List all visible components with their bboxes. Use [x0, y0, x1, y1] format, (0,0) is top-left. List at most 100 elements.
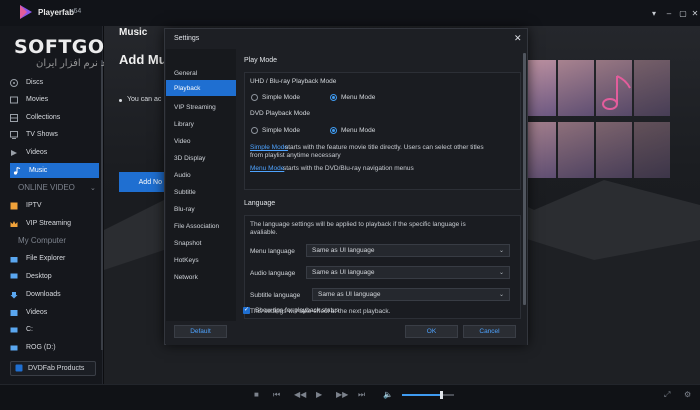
menu-mode-link[interactable]: Menu Mode [250, 165, 284, 172]
drive-icon [10, 326, 18, 334]
music-icon [13, 166, 21, 175]
dvd-menu-radio[interactable] [330, 127, 337, 134]
simple-mode-link[interactable]: Simple Mode [250, 144, 288, 151]
dvd-simple-radio[interactable] [251, 127, 258, 134]
uhd-mode-label: UHD / Blu-ray Playback Mode [250, 78, 337, 85]
sidebar-item-file-explorer[interactable]: File Explorer [10, 251, 100, 266]
menu-language-value: Same as UI language [312, 247, 375, 254]
settings-body: Play Mode UHD / Blu-ray Playback Mode Si… [237, 49, 522, 321]
nav-library[interactable]: Library [166, 116, 236, 132]
chevron-down-icon: ⌄ [498, 270, 504, 276]
audio-language-select[interactable]: Same as UI language ⌄ [306, 266, 510, 279]
sidebar-item-desktop[interactable]: Desktop [10, 269, 100, 284]
sidebar-item-discs[interactable]: Discs [10, 75, 100, 90]
sidebar-item-movies[interactable]: Movies [10, 92, 100, 107]
sidebar-item-videos[interactable]: Videos [10, 145, 100, 160]
sidebar-item-label: Videos [26, 309, 48, 316]
nav-general[interactable]: General [166, 65, 236, 81]
stop-icon[interactable]: ■ [254, 390, 259, 400]
show-tips-checkbox[interactable]: ✓ [243, 307, 250, 314]
language-note-2: avaliable. [250, 229, 278, 236]
next-icon[interactable]: ⏭ [358, 390, 365, 400]
nav-hotkeys[interactable]: HotKeys [166, 252, 236, 268]
add-folder-button[interactable]: Add No [119, 172, 164, 192]
page-title: Music [119, 27, 148, 38]
products-label: DVDFab Products [28, 365, 85, 372]
nav-subtitle[interactable]: Subtitle [166, 184, 236, 200]
settings-icon[interactable]: ⚙ [684, 390, 691, 400]
forward-icon[interactable]: ▶▶ [336, 390, 348, 400]
sidebar-item-tv-shows[interactable]: TV Shows [10, 127, 100, 142]
dialog-close-icon[interactable]: ✕ [514, 33, 522, 44]
video-folder-icon [10, 309, 18, 317]
close-icon[interactable]: ✕ [690, 10, 700, 18]
sidebar-item-videos-folder[interactable]: Videos [10, 305, 100, 320]
dvdfab-products-button[interactable]: DVDFab Products [10, 361, 96, 376]
uhd-simple-radio[interactable] [251, 94, 258, 101]
subtitle-language-select[interactable]: Same as UI language ⌄ [312, 288, 510, 301]
dialog-title: Settings [174, 35, 200, 42]
nav-audio[interactable]: Audio [166, 167, 236, 183]
film-icon [10, 96, 18, 104]
music-art-tiles [520, 60, 670, 178]
app-version: x64 [70, 8, 82, 15]
settings-nav: General Playback VIP Streaming Library V… [166, 49, 236, 321]
chevron-down-icon[interactable]: ⌄ [90, 184, 96, 192]
app-logo [20, 5, 32, 19]
uhd-menu-label: Menu Mode [341, 94, 376, 101]
sidebar-item-label: Movies [26, 96, 49, 103]
sidebar-scrollbar[interactable] [101, 60, 103, 350]
nav-blu-ray[interactable]: Blu-ray [166, 201, 236, 217]
nav-vip-streaming[interactable]: VIP Streaming [166, 99, 236, 115]
nav-snapshot[interactable]: Snapshot [166, 235, 236, 251]
music-note-icon [602, 75, 631, 110]
download-icon [10, 291, 18, 299]
audio-language-value: Same as UI language [312, 269, 375, 276]
menu-icon[interactable]: ▾ [649, 10, 659, 18]
sidebar-item-label: IPTV [26, 202, 42, 209]
title-bar: Playerfab x64 ▾ – ▢ ✕ [0, 0, 700, 26]
show-tips-label: Show tips for playback status [255, 307, 340, 314]
products-icon [15, 364, 23, 374]
menu-mode-desc: starts with the DVD/Blu-ray navigation m… [283, 165, 414, 172]
simple-mode-desc: starts with the feature movie title dire… [285, 144, 484, 151]
cancel-button[interactable]: Cancel [463, 325, 516, 338]
restore-icon[interactable]: ▢ [678, 10, 688, 18]
video-icon [10, 149, 18, 157]
play-mode-heading: Play Mode [244, 57, 278, 64]
chevron-down-icon: ⌄ [498, 292, 504, 298]
language-heading: Language [244, 200, 276, 207]
sidebar-item-vip-streaming[interactable]: VIP Streaming [10, 216, 100, 231]
chevron-down-icon: ⌄ [498, 248, 504, 254]
minimize-icon[interactable]: – [664, 10, 674, 18]
art-tile [634, 60, 670, 116]
volume-icon[interactable]: 🔈 [383, 390, 393, 400]
previous-icon[interactable]: ⏮ [273, 390, 280, 400]
nav-network[interactable]: Network [166, 269, 236, 285]
fullscreen-icon[interactable]: ⤢ [664, 390, 670, 400]
nav-file-association[interactable]: File Association [166, 218, 236, 234]
play-icon[interactable]: ▶ [316, 390, 322, 400]
sidebar-item-drive-d[interactable]: ROG (D:) [10, 340, 100, 355]
subtitle-language-label: Subtitle language [250, 292, 301, 299]
settings-scrollbar[interactable] [523, 53, 526, 305]
sidebar-item-downloads[interactable]: Downloads [10, 287, 100, 302]
rewind-icon[interactable]: ◀◀ [294, 390, 306, 400]
default-button[interactable]: Default [174, 325, 227, 338]
nav-video[interactable]: Video [166, 133, 236, 149]
sidebar-item-label: Music [29, 167, 48, 174]
volume-handle[interactable] [440, 391, 443, 399]
nav-3d-display[interactable]: 3D Display [166, 150, 236, 166]
ok-button[interactable]: OK [405, 325, 458, 338]
sidebar-item-iptv[interactable]: IPTV [10, 198, 100, 213]
nav-playback[interactable]: Playback [166, 80, 236, 96]
menu-language-select[interactable]: Same as UI language ⌄ [306, 244, 510, 257]
hint-text: You can ac [127, 96, 162, 103]
sidebar-item-drive-c[interactable]: C: [10, 322, 100, 337]
settings-dialog: Settings ✕ General Playback VIP Streamin… [164, 28, 528, 345]
sidebar-item-collections[interactable]: Collections [10, 110, 100, 125]
dvd-simple-label: Simple Mode [262, 127, 300, 134]
sidebar-item-label: Discs [26, 79, 44, 86]
uhd-menu-radio[interactable] [330, 94, 337, 101]
sidebar-item-music[interactable]: Music [10, 163, 99, 178]
